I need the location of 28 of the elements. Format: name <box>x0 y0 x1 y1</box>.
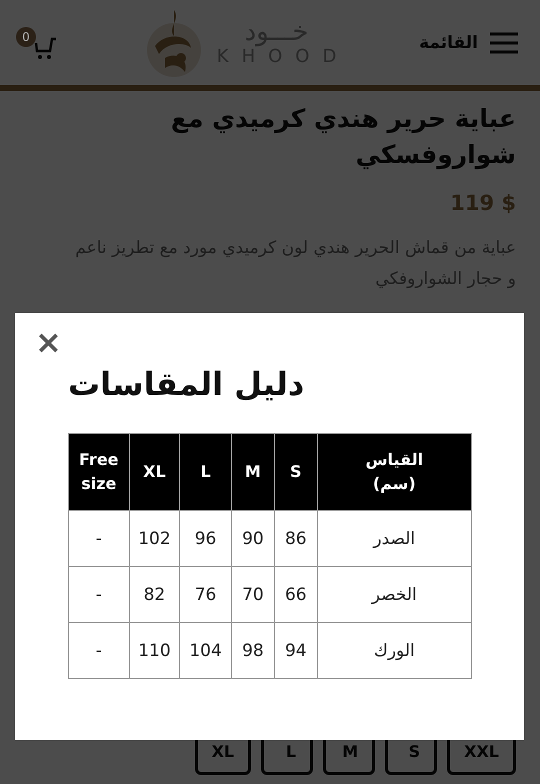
product-title: عباية حرير هندي كرميدي مع شواروفسكي <box>170 103 516 172</box>
table-cell: - <box>68 622 130 678</box>
table-cell: 104 <box>180 622 232 678</box>
table-cell: 70 <box>231 566 274 622</box>
column-header: القياس (سم) <box>317 434 472 510</box>
table-cell: 98 <box>231 622 274 678</box>
table-cell: 94 <box>274 622 318 678</box>
column-header: S <box>274 434 318 510</box>
table-cell: 82 <box>129 566 180 622</box>
table-cell: - <box>68 510 130 566</box>
table-cell: الصدر <box>317 510 472 566</box>
column-header: M <box>231 434 274 510</box>
table-cell: الورك <box>317 622 472 678</box>
table-cell: 102 <box>129 510 180 566</box>
table-cell: 90 <box>231 510 274 566</box>
column-header: Free size <box>68 434 130 510</box>
table-cell: 66 <box>274 566 318 622</box>
modal-title: دليل المقاسات <box>68 365 304 403</box>
table-cell: 96 <box>180 510 232 566</box>
column-header: L <box>180 434 232 510</box>
table-cell: 86 <box>274 510 318 566</box>
close-button[interactable]: × <box>31 323 66 361</box>
table-cell: الخصر <box>317 566 472 622</box>
table-cell: 76 <box>180 566 232 622</box>
product-price: 119 $ <box>450 191 516 215</box>
column-header: XL <box>129 434 180 510</box>
table-cell: 110 <box>129 622 180 678</box>
table-cell: - <box>68 566 130 622</box>
